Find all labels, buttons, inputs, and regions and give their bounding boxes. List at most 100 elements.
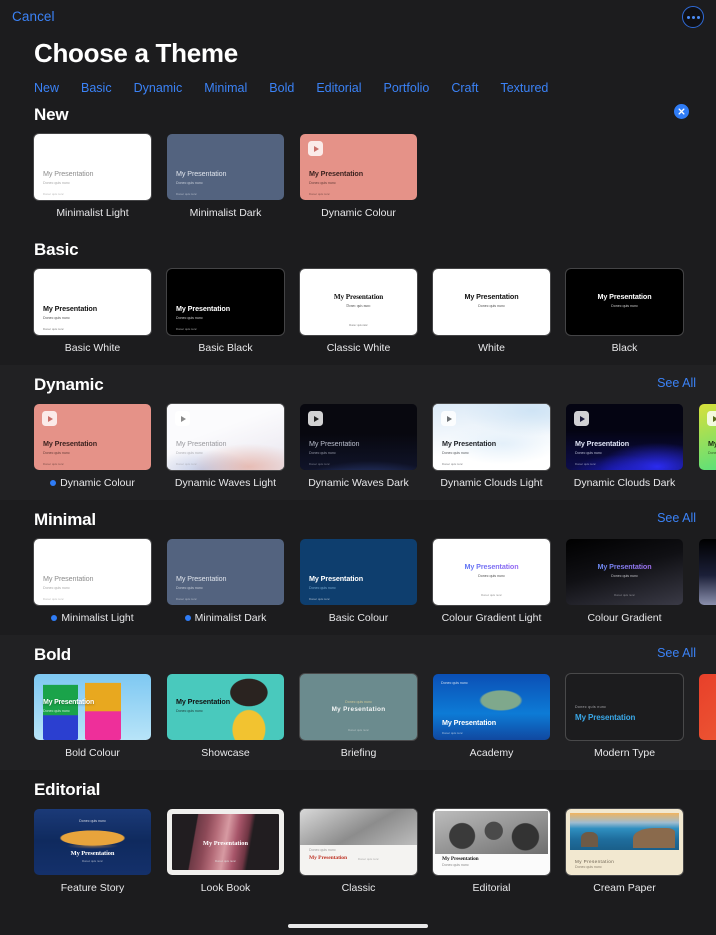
slide-title: My Presentation (597, 292, 652, 301)
see-all-button[interactable]: See All (657, 376, 696, 390)
category-link-portfolio[interactable]: Portfolio (383, 81, 429, 95)
theme-name: Dynamic Colour (34, 477, 151, 489)
theme-name: Classic (341, 882, 376, 894)
theme-thumbnail (699, 539, 716, 605)
ellipsis-icon (686, 15, 690, 19)
see-all-button[interactable]: See All (657, 511, 696, 525)
category-link-minimal[interactable]: Minimal (204, 81, 247, 95)
section-header: New (34, 95, 716, 134)
slide-title: My Presentation (202, 839, 249, 847)
theme-tile[interactable]: My Presentation Donec quis nunc Donec qu… (167, 134, 284, 219)
theme-tile[interactable]: My Presentation Donec quis nunc Donec qu… (167, 269, 284, 354)
slide-subtitle: Donec quis nunc (79, 819, 106, 823)
theme-tile[interactable]: My Presentation Donec quis nunc Cream Pa… (566, 809, 683, 894)
section-minimal: Minimal See All My Presentation Donec qu… (0, 500, 716, 635)
cancel-button[interactable]: Cancel (12, 9, 55, 24)
slide-title: My Presentation (442, 856, 479, 862)
theme-thumbnail: My Presentation Donec quis nunc Donec qu… (34, 134, 151, 200)
slide-title: My Presentation (442, 439, 497, 448)
theme-tile[interactable]: My Presentation Donec quis nunc Donec qu… (566, 404, 683, 489)
category-link-bold[interactable]: Bold (269, 81, 294, 95)
theme-thumbnail: My Presentation Donec quis nunc Donec qu… (300, 404, 417, 470)
slide-title: My Presentation (70, 850, 115, 857)
slide-title: My Presentation (43, 699, 95, 706)
theme-tile[interactable]: My Presentation Donec quis nunc Donec qu… (34, 539, 151, 624)
theme-tile[interactable]: My Presentation Donec quis nunc Bold Col… (34, 674, 151, 759)
section-dynamic: Dynamic See All My Presentation Donec qu… (0, 365, 716, 500)
section-title: Editorial (34, 780, 101, 799)
slide-footer: Donec quis nunc (43, 462, 64, 466)
selected-dot-icon (184, 615, 191, 621)
theme-tile[interactable]: Donec quis nunc My Presentation Donec qu… (34, 809, 151, 894)
theme-thumbnail: My Presentation Donec quis nunc Donec qu… (167, 134, 284, 200)
ellipsis-icon (696, 15, 700, 19)
slide-footer: Donec quis nunc (176, 462, 197, 466)
theme-name: Editorial (472, 882, 511, 894)
theme-name: Feature Story (60, 882, 125, 894)
slide-subtitle: Donec quis nunc (309, 181, 336, 185)
theme-tile[interactable]: My Presentation Donec quis nunc White (433, 269, 550, 354)
theme-tile[interactable]: My Presentation Donec quis nunc Look Boo… (167, 809, 284, 894)
theme-tile-partial[interactable] (699, 539, 716, 624)
slide-title: My Presentation (309, 169, 364, 178)
theme-tile[interactable]: My Presentation Donec quis nunc Donec qu… (433, 539, 550, 624)
slide-title: My Presentation (43, 169, 94, 178)
theme-list[interactable]: New My Presentation Donec quis nunc Done… (0, 95, 716, 916)
theme-tile[interactable]: My Presentation Donec quis nunc Donec qu… (34, 134, 151, 219)
theme-name: Dynamic Waves Light (174, 477, 277, 489)
slide-subtitle: Donec quis nunc (176, 451, 203, 455)
home-indicator[interactable] (288, 923, 428, 928)
theme-name: Dynamic Colour (321, 207, 396, 219)
theme-tile-partial[interactable] (699, 674, 716, 759)
category-link-dynamic[interactable]: Dynamic (134, 81, 183, 95)
slide-subtitle: Donec quis nunc (611, 304, 638, 308)
slide-title: My Presentation (433, 562, 550, 571)
theme-tile[interactable]: My Presentation Donec quis nunc Donec qu… (167, 404, 284, 489)
slide-footer: Donec quis nunc (176, 192, 197, 196)
slide-title: My Presentation (176, 169, 227, 178)
theme-tile[interactable]: My Presentation Donec quis nunc Donec qu… (34, 269, 151, 354)
theme-thumbnail (699, 674, 716, 740)
theme-tile[interactable]: My Presentation Donec quis nunc Donec qu… (34, 404, 151, 489)
theme-tile[interactable]: Donec quis nunc My Presentation Donec qu… (300, 674, 417, 759)
category-link-editorial[interactable]: Editorial (316, 81, 361, 95)
theme-tile[interactable]: My Presentation Donec quis nunc Donec qu… (300, 539, 417, 624)
section-header: Basic (34, 230, 716, 269)
theme-name: Bold Colour (65, 747, 120, 759)
category-link-new[interactable]: New (34, 81, 59, 95)
theme-thumbnail: My Presentation Donec quis nunc Donec qu… (300, 269, 417, 335)
theme-tile[interactable]: Donec quis nunc My Presentation Modern T… (566, 674, 683, 759)
slide-footer: Donec quis nunc (358, 857, 379, 861)
slide-subtitle: Donec quis nunc (478, 304, 505, 308)
slide-title: My Presentation (442, 718, 497, 727)
theme-tile[interactable]: My Presentation Donec quis nunc Black (566, 269, 683, 354)
see-all-button[interactable]: See All (657, 646, 696, 660)
category-link-craft[interactable]: Craft (451, 81, 478, 95)
theme-thumbnail: My Presentation Donec quis nunc Donec qu… (433, 539, 550, 605)
more-options-button[interactable] (682, 6, 704, 28)
theme-tile[interactable]: My Presentation Donec quis nunc Donec qu… (300, 134, 417, 219)
top-bar: Cancel (0, 0, 716, 34)
theme-tile[interactable]: Donec quis nunc My Presentation Donec qu… (300, 809, 417, 894)
theme-tile[interactable]: My Presentation Donec quis nunc Donec qu… (167, 539, 284, 624)
theme-tile[interactable]: My Presentation Donec quis nunc Donec qu… (300, 404, 417, 489)
slide-footer: Donec quis nunc (309, 597, 330, 601)
theme-thumbnail: My Presentation Donec quis nunc (433, 809, 550, 875)
theme-tile-partial[interactable]: My Presentation Donec quis nunc (699, 404, 716, 489)
close-icon[interactable] (674, 104, 689, 119)
theme-tile[interactable]: My Presentation Donec quis nunc Donec qu… (433, 404, 550, 489)
theme-name: Basic White (64, 342, 121, 354)
category-link-basic[interactable]: Basic (81, 81, 112, 95)
theme-name: White (478, 342, 505, 354)
theme-thumbnail: My Presentation Donec quis nunc (566, 809, 683, 875)
section-header: Minimal See All (34, 500, 716, 539)
theme-tile[interactable]: Donec quis nunc My Presentation Donec qu… (433, 674, 550, 759)
slide-title: My Presentation (43, 304, 98, 313)
theme-thumbnail: Donec quis nunc My Presentation (566, 674, 683, 740)
theme-tile[interactable]: My Presentation Donec quis nunc Showcase (167, 674, 284, 759)
theme-tile[interactable]: My Presentation Donec quis nunc Donec qu… (300, 269, 417, 354)
slide-subtitle: Donec quis nunc (442, 863, 469, 867)
theme-tile[interactable]: My Presentation Donec quis nunc Editoria… (433, 809, 550, 894)
theme-tile[interactable]: My Presentation Donec quis nunc Donec qu… (566, 539, 683, 624)
category-link-textured[interactable]: Textured (500, 81, 548, 95)
